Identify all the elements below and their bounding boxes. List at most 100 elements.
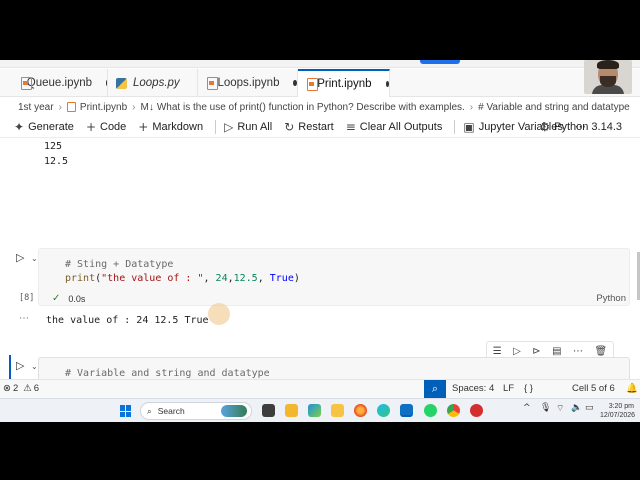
run-below-icon[interactable]: ⊳ [532,346,540,357]
chevron-down-icon[interactable]: ⌄ [31,254,38,263]
unsaved-dot-icon[interactable] [106,80,107,86]
code-comment: # Sting + Datatype [65,259,174,270]
clear-outputs-label: Clear All Outputs [359,120,443,133]
recorder-icon[interactable] [470,404,483,417]
tab-label: Print.ipynb [317,78,372,90]
kernel-icon: ⚙ [539,120,551,134]
tray-expand-icon[interactable]: ^ [523,403,531,413]
notebook-file-icon [20,77,31,90]
execution-count: [8] [19,293,35,303]
code-function: print [65,273,96,284]
more-icon[interactable]: ⋯ [573,346,583,357]
restart-button[interactable]: ↻ Restart [284,120,334,134]
volume-icon[interactable]: 🔈 [571,403,582,413]
run-above-icon[interactable]: ▷ [513,346,521,357]
battery-icon[interactable]: ▭ [585,403,594,413]
tab-print-ipynb[interactable]: Print.ipynb [298,69,390,97]
check-icon: ✓ [52,293,61,304]
clear-outputs-button[interactable]: ≡ Clear All Outputs [346,120,443,134]
code-line[interactable]: print("the value of : ", 24,12.5, True) [65,273,300,284]
tab-label: Queue.ipynb [26,77,93,89]
notebook-file-icon [306,78,319,91]
code-number: 12.5 [233,273,258,284]
task-view-icon[interactable] [262,404,275,417]
taskbar-search[interactable]: ⌕ Search [140,402,252,420]
edge-icon[interactable] [377,404,390,417]
output-line: 125 [44,141,63,152]
chrome-icon[interactable] [447,404,460,417]
status-bar: ⊗ 2 ⚠ 6 ⌕ Spaces: 4 LF { } Cell 5 of 6 🔔 [0,379,640,398]
error-count: 2 [12,383,19,394]
system-clock[interactable]: 3:20 pm 12/07/2026 [600,402,636,420]
screen: Queue.ipynb Loops.py Loops.ipynb Print.i… [0,0,640,480]
run-cell-icon[interactable]: ▷ [16,251,24,264]
variables-icon[interactable]: ☰ [493,346,502,357]
add-markdown-cell-button[interactable]: + Markdown [138,120,203,134]
search-placeholder: Search [157,406,185,416]
mic-icon[interactable]: 🎙 [540,403,551,413]
code-cell[interactable]: # Sting + Datatype print("the value of :… [38,248,630,306]
tab-label: Loops.ipynb [217,77,280,89]
cell-language[interactable]: Python [596,293,626,304]
indentation-indicator[interactable]: Spaces: 4 [452,383,494,394]
editor-tab-bar: Queue.ipynb Loops.py Loops.ipynb Print.i… [0,69,640,97]
eol-indicator[interactable]: LF [503,383,514,394]
title-bar-accent [420,60,460,64]
bell-icon[interactable]: 🔔 [626,383,638,394]
kernel-label: Python 3.14.3 [554,121,622,133]
zoom-icon[interactable]: ⌕ [424,380,446,398]
unsaved-dot-icon[interactable] [385,81,389,87]
code-line[interactable]: # Sting + Datatype [65,259,173,270]
breadcrumb: 1st year › Print.ipynb › M↓ What is the … [0,98,640,116]
python-file-icon [116,77,127,89]
braces-icon[interactable]: { } [524,383,533,394]
clear-all-icon: ≡ [345,119,356,134]
tab-label: Loops.py [133,77,180,89]
kernel-picker[interactable]: ⚙ Python 3.14.3 [539,116,622,138]
delete-icon[interactable]: 🗑 [595,346,608,357]
notebook-file-icon [66,102,76,112]
title-bar [0,60,640,68]
restart-label: Restart [298,120,334,133]
unsaved-dot-icon[interactable] [293,80,297,86]
clock-date: 12/07/2026 [600,412,636,419]
generate-button[interactable]: ✦ Generate [14,120,74,134]
restart-icon: ↻ [284,119,295,134]
output-more-icon[interactable]: ⋯ [19,313,29,324]
plus-icon: + [138,119,149,134]
clock-time: 3:20 pm [608,403,634,410]
widgets-icon[interactable] [285,404,298,417]
copilot-icon[interactable] [308,404,321,417]
sparkle-icon: ✦ [14,119,25,134]
run-all-button[interactable]: ▷ Run All [224,120,272,134]
cell-status: ✓ 0.0s [52,293,85,304]
toolbar-divider [215,119,217,134]
search-icon: ⌕ [147,405,152,416]
output-line: 12.5 [44,156,69,167]
cell-toolbar: ☰ ▷ ⊳ ▤ ⋯ 🗑 [486,341,614,361]
breadcrumb-folder[interactable]: 1st year [18,102,54,113]
cell-output: the value of : 24 12.5 True [46,315,209,326]
tab-loops-ipynb[interactable]: Loops.ipynb [198,69,298,97]
wifi-icon[interactable]: ⌔ [556,403,564,414]
whatsapp-icon[interactable] [424,404,437,417]
tab-queue-ipynb[interactable]: Queue.ipynb [12,69,108,97]
problems-indicator[interactable]: ⊗ 2 ⚠ 6 [3,383,39,394]
breadcrumb-file[interactable]: Print.ipynb [80,102,127,113]
vscode-icon[interactable] [400,404,413,417]
tab-loops-py[interactable]: Loops.py [108,69,198,97]
firefox-icon[interactable] [354,404,367,417]
windows-start-icon[interactable] [120,405,132,417]
cell-position[interactable]: Cell 5 of 6 [572,383,615,394]
add-code-cell-button[interactable]: + Code [86,120,126,134]
file-explorer-icon[interactable] [331,404,344,417]
breadcrumb-section[interactable]: # Variable and string and datatype [478,102,630,113]
warning-count: 6 [33,383,40,394]
chevron-right-icon: › [469,101,474,113]
split-cell-icon[interactable]: ▤ [552,346,561,357]
code-string: "the value of : " [101,273,204,284]
webcam-hair [597,60,619,69]
run-all-icon: ▷ [224,119,234,134]
code-number: 24 [215,273,228,284]
breadcrumb-heading[interactable]: What is the use of print() function in P… [157,102,465,113]
